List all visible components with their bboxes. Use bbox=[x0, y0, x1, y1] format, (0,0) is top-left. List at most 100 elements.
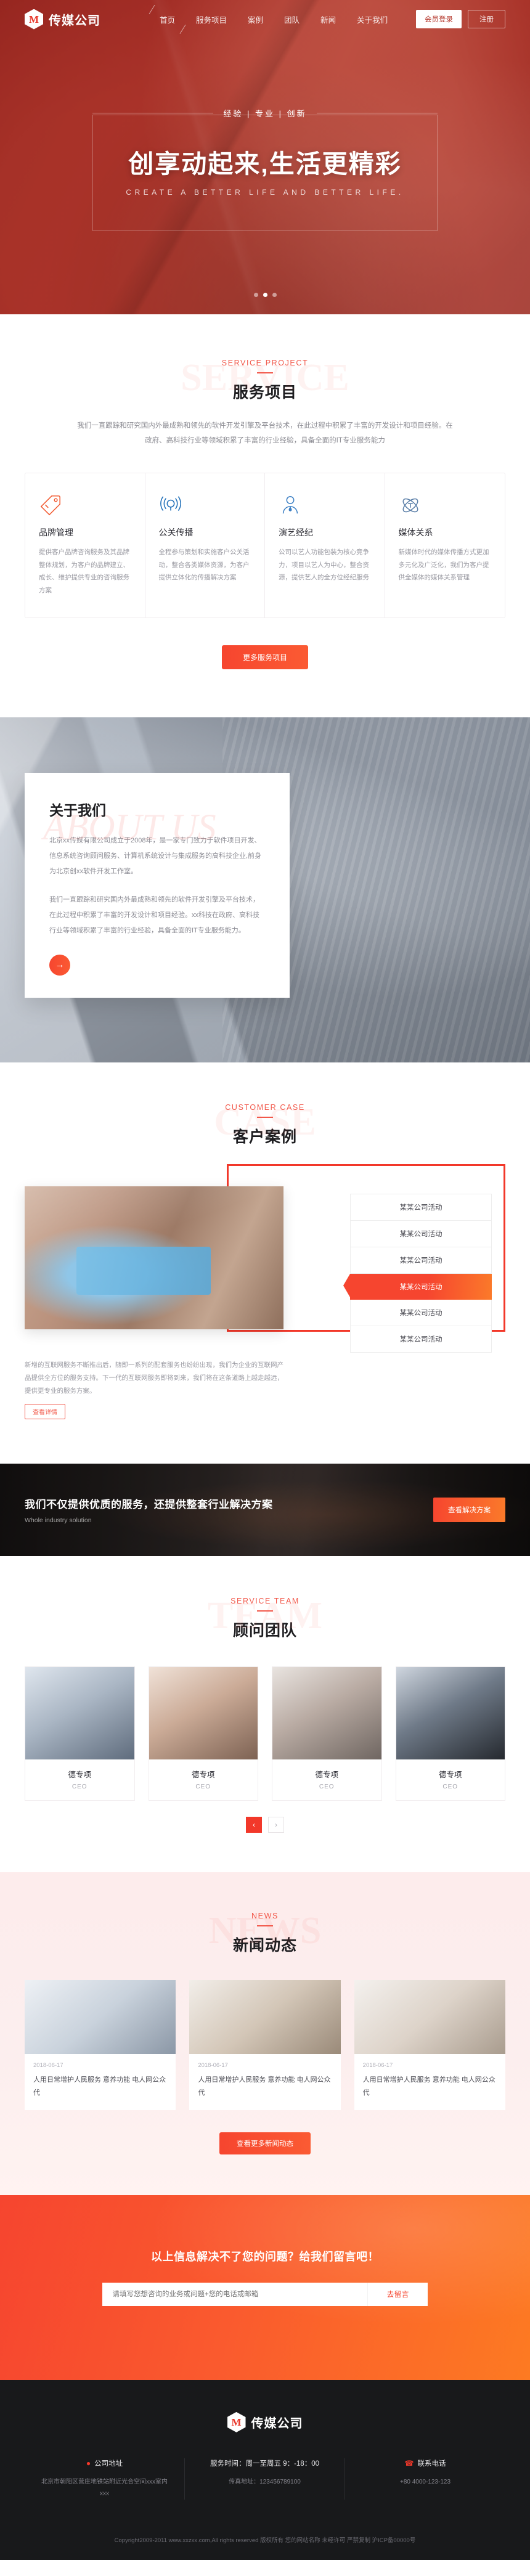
news-card[interactable]: 2018-06-17 人用日常增护人民服务 意养功能 电人网公众代 bbox=[189, 1980, 341, 2110]
login-button[interactable]: 会员登录 bbox=[416, 10, 462, 28]
service-card-media[interactable]: 媒体关系 新媒体时代的媒体传播方式更加多元化及广泛化，我们为客户提供全媒体的媒体… bbox=[385, 473, 505, 618]
carousel-dot-1[interactable] bbox=[253, 293, 258, 297]
footer-columns: ● 公司地址 北京市朝阳区营庄地铁站附近光合空间xxx室内xxx 服务时间：周一… bbox=[25, 2458, 505, 2500]
logo-letter: M bbox=[231, 2416, 242, 2428]
news-section: NEWS NEWS 新闻动态 2018-06-17 人用日常增护人民服务 意养功… bbox=[0, 1872, 530, 2195]
service-text: 全程参与策划和实施客户公关活动，整合各类媒体资源，为客户提供立体化的传播解决方案 bbox=[158, 548, 250, 582]
carousel-dot-3[interactable] bbox=[272, 293, 277, 297]
register-button[interactable]: 注册 bbox=[468, 10, 505, 28]
footer-logo[interactable]: M 传媒公司 bbox=[25, 2411, 505, 2432]
avatar bbox=[25, 1667, 134, 1760]
atom-icon bbox=[399, 492, 492, 519]
nav-item-home[interactable]: 首页 bbox=[158, 11, 176, 28]
news-heading-en: NEWS bbox=[251, 1912, 279, 1921]
news-card[interactable]: 2018-06-17 人用日常增护人民服务 意养功能 电人网公众代 bbox=[354, 1980, 505, 2110]
footer-heading-row: ● 公司地址 bbox=[37, 2458, 172, 2468]
team-member-role: CEO bbox=[195, 1783, 211, 1791]
about-section: ABOUT US 关于我们 北京xx传媒有限公司成立于2008年，是一家专门致力… bbox=[0, 717, 530, 1063]
footer-heading: 公司地址 bbox=[94, 2460, 123, 2468]
list-item[interactable]: 某某公司活动 bbox=[350, 1300, 492, 1327]
news-card[interactable]: 2018-06-17 人用日常增护人民服务 意养功能 电人网公众代 bbox=[25, 1980, 176, 2110]
team-member-card[interactable]: 德专项 CEO bbox=[25, 1666, 135, 1801]
list-item[interactable]: 某某公司活动 bbox=[350, 1221, 492, 1248]
hexagon-logo-icon: M bbox=[25, 9, 43, 30]
list-item[interactable]: 某某公司活动 bbox=[350, 1326, 492, 1353]
hero-carousel-dots bbox=[0, 293, 530, 297]
nav-item-about[interactable]: 关于我们 bbox=[356, 11, 389, 28]
team-member-card[interactable]: 德专项 CEO bbox=[148, 1666, 258, 1801]
news-date: 2018-06-17 bbox=[362, 2062, 393, 2069]
list-item-active[interactable]: 某某公司活动 bbox=[343, 1274, 492, 1300]
nav-item-news[interactable]: 新闻 bbox=[319, 11, 337, 28]
avatar bbox=[396, 1667, 505, 1760]
site-logo[interactable]: M 传媒公司 bbox=[25, 9, 100, 30]
list-item[interactable]: 某某公司活动 bbox=[350, 1194, 492, 1221]
case-detail-link[interactable]: 查看详情 bbox=[25, 1404, 65, 1420]
nav-item-services[interactable]: 服务项目 bbox=[195, 11, 228, 28]
message-headline: 以上信息解决不了您的问题？给我们留言吧！ bbox=[151, 2250, 379, 2263]
service-title: 媒体关系 bbox=[398, 528, 433, 538]
team-carousel-nav: ‹ › bbox=[25, 1817, 505, 1833]
services-heading-en: SERVICE PROJECT bbox=[221, 359, 309, 367]
service-title: 公关传播 bbox=[158, 528, 194, 538]
message-submit-button[interactable]: 去留言 bbox=[367, 2282, 428, 2306]
about-paragraph-2: 我们一直跟踪和研究国内外最成熟和领先的软件开发引擎及平台技术，在此过程中积累了丰… bbox=[49, 896, 259, 934]
cta-subtitle: Whole industry solution bbox=[25, 1517, 92, 1525]
news-heading-cn: 新闻动态 bbox=[232, 1937, 297, 1955]
team-member-role: CEO bbox=[319, 1783, 335, 1791]
logo-letter: M bbox=[28, 13, 39, 25]
footer-text: 传真地址：123456789100 bbox=[229, 2478, 301, 2485]
cta-button[interactable]: 查看解决方案 bbox=[433, 1498, 505, 1523]
service-card-pr[interactable]: 公关传播 全程参与策划和实施客户公关活动，整合各类媒体资源，为客户提供立体化的传… bbox=[145, 473, 265, 618]
about-arrow-button[interactable]: → bbox=[49, 954, 70, 976]
nav-item-cases[interactable]: 案例 bbox=[247, 11, 264, 28]
services-section: SERVICE SERVICE PROJECT 服务项目 我们一直跟踪和研究国内… bbox=[0, 314, 530, 718]
team-member-card[interactable]: 德专项 CEO bbox=[395, 1666, 505, 1801]
nav-item-team[interactable]: 团队 bbox=[283, 11, 301, 28]
location-pin-icon: ● bbox=[86, 2458, 91, 2468]
more-services-button[interactable]: 更多服务项目 bbox=[221, 645, 308, 670]
service-text: 提供客户品牌咨询服务及其品牌整体规划，为客户的品牌建立、成长、维护提供专业的咨询… bbox=[39, 548, 129, 594]
cases-heading-en: CUSTOMER CASE bbox=[225, 1103, 305, 1112]
message-form: 去留言 bbox=[0, 2282, 530, 2306]
news-title: 人用日常增护人民服务 意养功能 电人网公众代 bbox=[362, 2076, 495, 2097]
footer-copyright: Copyright2009-2011 www.xxzxx.com,All rig… bbox=[114, 2537, 416, 2544]
services-heading: SERVICE SERVICE PROJECT 服务项目 bbox=[25, 357, 505, 402]
cases-section: CASE CUSTOMER CASE 客户案例 某某公司活动 某某公司活动 某某… bbox=[0, 1062, 530, 1464]
more-news-button[interactable]: 查看更多新闻动态 bbox=[219, 2132, 311, 2154]
footer-heading-row: ☎ 联系电话 bbox=[357, 2458, 493, 2468]
case-footer: 新增的互联网服务不断推出后，随即一系列的配套服务也纷纷出现，我们为企业的互联网产… bbox=[25, 1359, 283, 1420]
news-body: 2018-06-17 人用日常增护人民服务 意养功能 电人网公众代 bbox=[25, 2054, 176, 2110]
service-card-brand[interactable]: 品牌管理 提供客户品牌咨询服务及其品牌整体规划，为客户的品牌建立、成长、维护提供… bbox=[25, 473, 145, 618]
services-card-grid: 品牌管理 提供客户品牌咨询服务及其品牌整体规划，为客户的品牌建立、成长、维护提供… bbox=[25, 473, 505, 619]
team-member-info: 德专项 CEO bbox=[149, 1759, 258, 1800]
hero-banner: M 传媒公司 首页 服务项目 案例 团队 新闻 关于我们 会员登录 注册 经验 … bbox=[0, 0, 530, 314]
list-item[interactable]: 某某公司活动 bbox=[350, 1247, 492, 1274]
team-grid: 德专项 CEO 德专项 CEO 德专项 CEO 德专项 CEO bbox=[25, 1666, 505, 1801]
team-next-button[interactable]: › bbox=[268, 1817, 284, 1833]
team-heading: TEAM SERVICE TEAM 顾问团队 bbox=[25, 1595, 505, 1641]
team-prev-button[interactable]: ‹ bbox=[246, 1817, 262, 1833]
team-member-name: 德专项 bbox=[68, 1771, 91, 1780]
team-member-role: CEO bbox=[71, 1783, 88, 1791]
nav-actions: 会员登录 注册 bbox=[416, 10, 505, 28]
broadcast-icon bbox=[159, 492, 251, 519]
footer-heading: 服务时间：周一至周五 9：-18：00 bbox=[210, 2460, 319, 2468]
cta-text-block: 我们不仅提供优质的服务，还提供整套行业解决方案 Whole industry s… bbox=[25, 1496, 273, 1524]
brand-name: 传媒公司 bbox=[49, 14, 100, 28]
service-title: 演艺经纪 bbox=[279, 528, 313, 538]
news-body: 2018-06-17 人用日常增护人民服务 意养功能 电人网公众代 bbox=[189, 2054, 340, 2110]
carousel-dot-2[interactable] bbox=[263, 293, 267, 297]
team-member-card[interactable]: 德专项 CEO bbox=[272, 1666, 382, 1801]
hero-title: 创享动起来,生活更精彩 bbox=[128, 150, 402, 178]
service-title: 品牌管理 bbox=[39, 528, 73, 538]
cta-banner: 我们不仅提供优质的服务，还提供整套行业解决方案 Whole industry s… bbox=[0, 1464, 530, 1557]
service-card-artist[interactable]: 演艺经纪 公司以艺人功能包装为核心竞争力，项目以艺人为中心，整合资源，提供艺人的… bbox=[265, 473, 385, 618]
services-heading-cn: 服务项目 bbox=[232, 384, 297, 401]
news-title: 人用日常增护人民服务 意养功能 电人网公众代 bbox=[33, 2076, 166, 2097]
team-member-info: 德专项 CEO bbox=[272, 1759, 381, 1800]
case-preview-image bbox=[25, 1186, 283, 1330]
message-input[interactable] bbox=[102, 2282, 368, 2306]
tag-icon bbox=[39, 492, 131, 519]
cta-headline: 我们不仅提供优质的服务，还提供整套行业解决方案 bbox=[25, 1499, 273, 1511]
